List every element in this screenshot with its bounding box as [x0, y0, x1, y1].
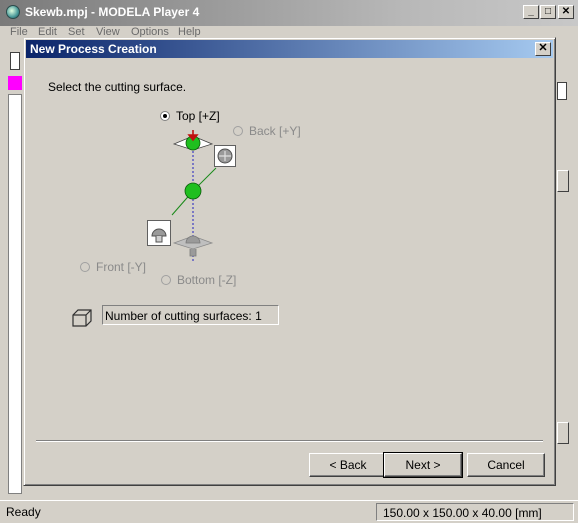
orientation-diagram — [171, 130, 217, 263]
app-button-fragment[interactable] — [557, 170, 569, 192]
app-titlebar: Skewb.mpj - MODELA Player 4 _ □ ✕ — [0, 0, 578, 26]
new-process-dialog: New Process Creation ✕ Select the cuttin… — [23, 37, 556, 486]
model-sphere-icon — [184, 182, 202, 200]
app-left-panel — [4, 42, 22, 500]
status-dimensions: 150.00 x 150.00 x 40.00 [mm] — [376, 503, 574, 521]
back-view-icon[interactable] — [214, 145, 236, 167]
app-button-fragment[interactable] — [557, 422, 569, 444]
app-logo-icon[interactable] — [6, 5, 20, 19]
status-text: Ready — [6, 505, 41, 519]
dialog-titlebar[interactable]: New Process Creation ✕ — [26, 40, 553, 58]
front-view-icon[interactable] — [147, 220, 171, 246]
minimize-button[interactable]: _ — [523, 5, 539, 19]
radio-top-indicator[interactable] — [160, 111, 170, 121]
radio-bottom-label: Bottom [-Z] — [177, 273, 237, 287]
statusbar: Ready 150.00 x 150.00 x 40.00 [mm] — [0, 500, 578, 523]
app-title: Skewb.mpj - MODELA Player 4 — [25, 5, 200, 19]
radio-top-label: Top [+Z] — [176, 109, 220, 123]
dialog-prompt: Select the cutting surface. — [48, 80, 187, 94]
dialog-separator — [36, 440, 543, 442]
next-button[interactable]: Next > — [383, 452, 463, 478]
maximize-button[interactable]: □ — [540, 5, 556, 19]
app-tree-panel — [8, 94, 22, 494]
dialog-title: New Process Creation — [30, 42, 157, 56]
cancel-button[interactable]: Cancel — [467, 453, 545, 477]
app-close-button[interactable]: ✕ — [558, 5, 574, 19]
app-right-panel — [557, 42, 578, 500]
app-dropdown-fragment[interactable] — [557, 82, 567, 100]
app-toolbar-button[interactable] — [10, 52, 20, 70]
app-tab-fragment[interactable] — [8, 76, 22, 90]
radio-bottom-indicator[interactable] — [161, 275, 171, 285]
radio-top[interactable]: Top [+Z] — [160, 109, 220, 123]
cube-icon — [72, 309, 92, 327]
dialog-close-button[interactable]: ✕ — [535, 42, 551, 56]
radio-front-indicator[interactable] — [80, 262, 90, 272]
surface-count-field: Number of cutting surfaces: 1 — [102, 305, 279, 325]
back-button[interactable]: < Back — [309, 453, 387, 477]
radio-bottom[interactable]: Bottom [-Z] — [161, 273, 236, 287]
